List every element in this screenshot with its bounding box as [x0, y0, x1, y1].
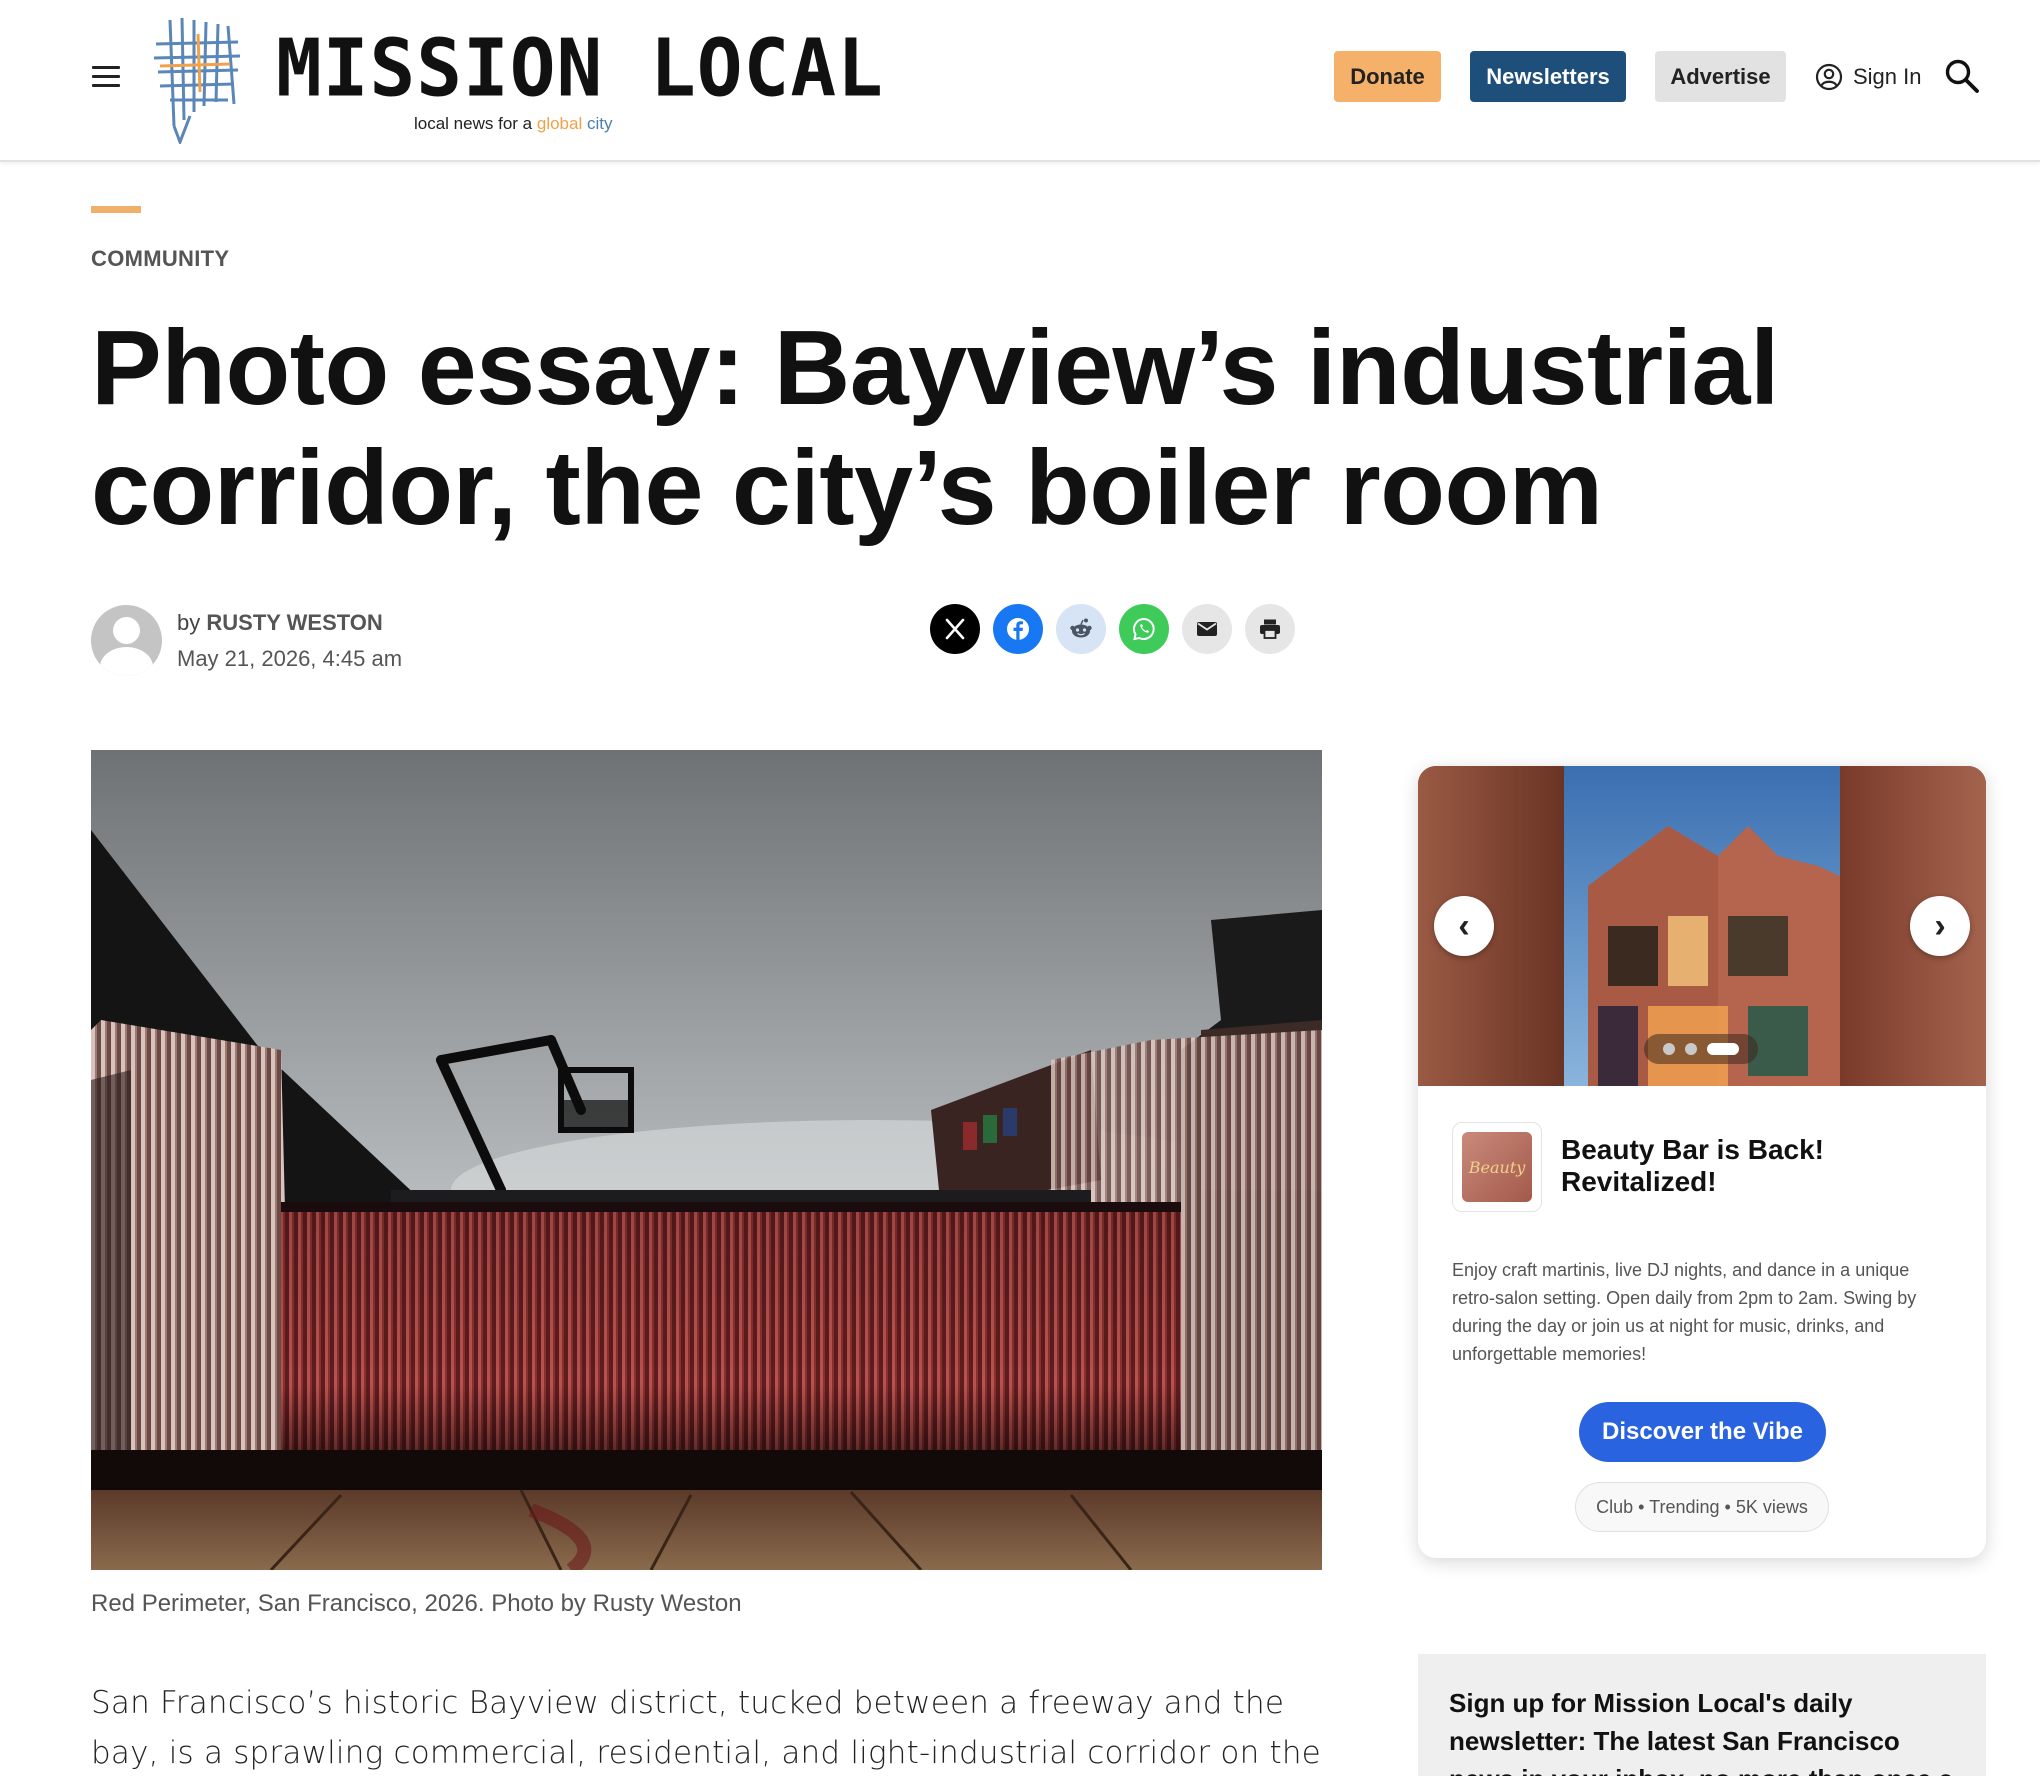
- donate-button[interactable]: Donate: [1334, 51, 1441, 102]
- whatsapp-icon: [1133, 617, 1155, 641]
- tagline-global: global: [536, 114, 583, 133]
- advertiser-logo[interactable]: Beauty: [1452, 1122, 1542, 1212]
- site-header: MISSION LOCAL local news for a global ci…: [0, 0, 2040, 162]
- author-avatar[interactable]: [91, 605, 162, 676]
- share-reddit-button[interactable]: [1056, 604, 1106, 654]
- ad-description: Enjoy craft martinis, live DJ nights, an…: [1452, 1260, 1917, 1364]
- author-name-link[interactable]: RUSTY WESTON: [206, 610, 382, 635]
- ad-cta-button[interactable]: Discover the Vibe: [1579, 1402, 1826, 1462]
- print-button[interactable]: [1245, 604, 1295, 654]
- article-body-paragraph: San Francisco’s historic Bayview distric…: [91, 1685, 1321, 1771]
- article-title: Photo essay: Bayview’s industrial corrid…: [91, 309, 1779, 547]
- user-circle-icon: [1815, 63, 1843, 91]
- share-email-button[interactable]: [1182, 604, 1232, 654]
- share-whatsapp-button[interactable]: [1119, 604, 1169, 654]
- tagline-prefix: local news for a: [414, 114, 533, 133]
- sign-in-label: Sign In: [1853, 64, 1922, 89]
- search-icon[interactable]: [1944, 58, 1980, 94]
- carousel-pagination: [1644, 1034, 1758, 1064]
- share-x-button[interactable]: [930, 604, 980, 654]
- ad-meta-tags: Club • Trending • 5K views: [1575, 1482, 1829, 1532]
- hamburger-menu-icon[interactable]: [92, 66, 120, 88]
- email-icon: [1197, 622, 1217, 636]
- carousel-dot[interactable]: [1685, 1043, 1697, 1055]
- facebook-icon: [1007, 618, 1029, 640]
- byline-prefix: by: [177, 610, 201, 635]
- print-icon: [1260, 619, 1280, 639]
- x-icon: [945, 618, 965, 640]
- share-buttons: [930, 604, 1295, 654]
- newsletter-signup-title: Sign up for Mission Local's daily newsle…: [1449, 1688, 1953, 1776]
- ad-title[interactable]: Beauty Bar is Back! Revitalized!: [1561, 1134, 1961, 1198]
- carousel-next-button[interactable]: ›: [1910, 896, 1970, 956]
- article-category[interactable]: COMMUNITY: [91, 246, 229, 272]
- publish-date: May 21, 2026, 4:45 am: [177, 646, 403, 671]
- sponsored-ad-card: ‹ › Beauty Beauty Bar is Back! Revitaliz…: [1418, 766, 1986, 1558]
- sign-in-button[interactable]: Sign In: [1815, 60, 1922, 94]
- featured-photo[interactable]: [91, 750, 1322, 1570]
- newsletters-button[interactable]: Newsletters: [1470, 51, 1626, 102]
- share-facebook-button[interactable]: [993, 604, 1043, 654]
- advertise-button[interactable]: Advertise: [1655, 51, 1786, 102]
- tagline-city: city: [586, 114, 613, 133]
- site-logo-wordmark[interactable]: MISSION LOCAL: [276, 28, 884, 108]
- photo-caption: Red Perimeter, San Francisco, 2026. Phot…: [91, 1590, 742, 1617]
- advertiser-logo-text: Beauty: [1462, 1132, 1532, 1202]
- site-tagline: local news for a global city: [414, 114, 612, 134]
- carousel-dot[interactable]: [1663, 1043, 1675, 1055]
- category-accent-bar: [91, 206, 141, 213]
- newsletter-signup-box: Sign up for Mission Local's daily newsle…: [1418, 1654, 1986, 1776]
- byline: by RUSTY WESTON: [177, 610, 383, 636]
- carousel-dot-active[interactable]: [1707, 1043, 1739, 1055]
- carousel-prev-button[interactable]: ‹: [1434, 896, 1494, 956]
- reddit-icon: [1070, 618, 1092, 638]
- logo-grid-icon[interactable]: [150, 16, 246, 144]
